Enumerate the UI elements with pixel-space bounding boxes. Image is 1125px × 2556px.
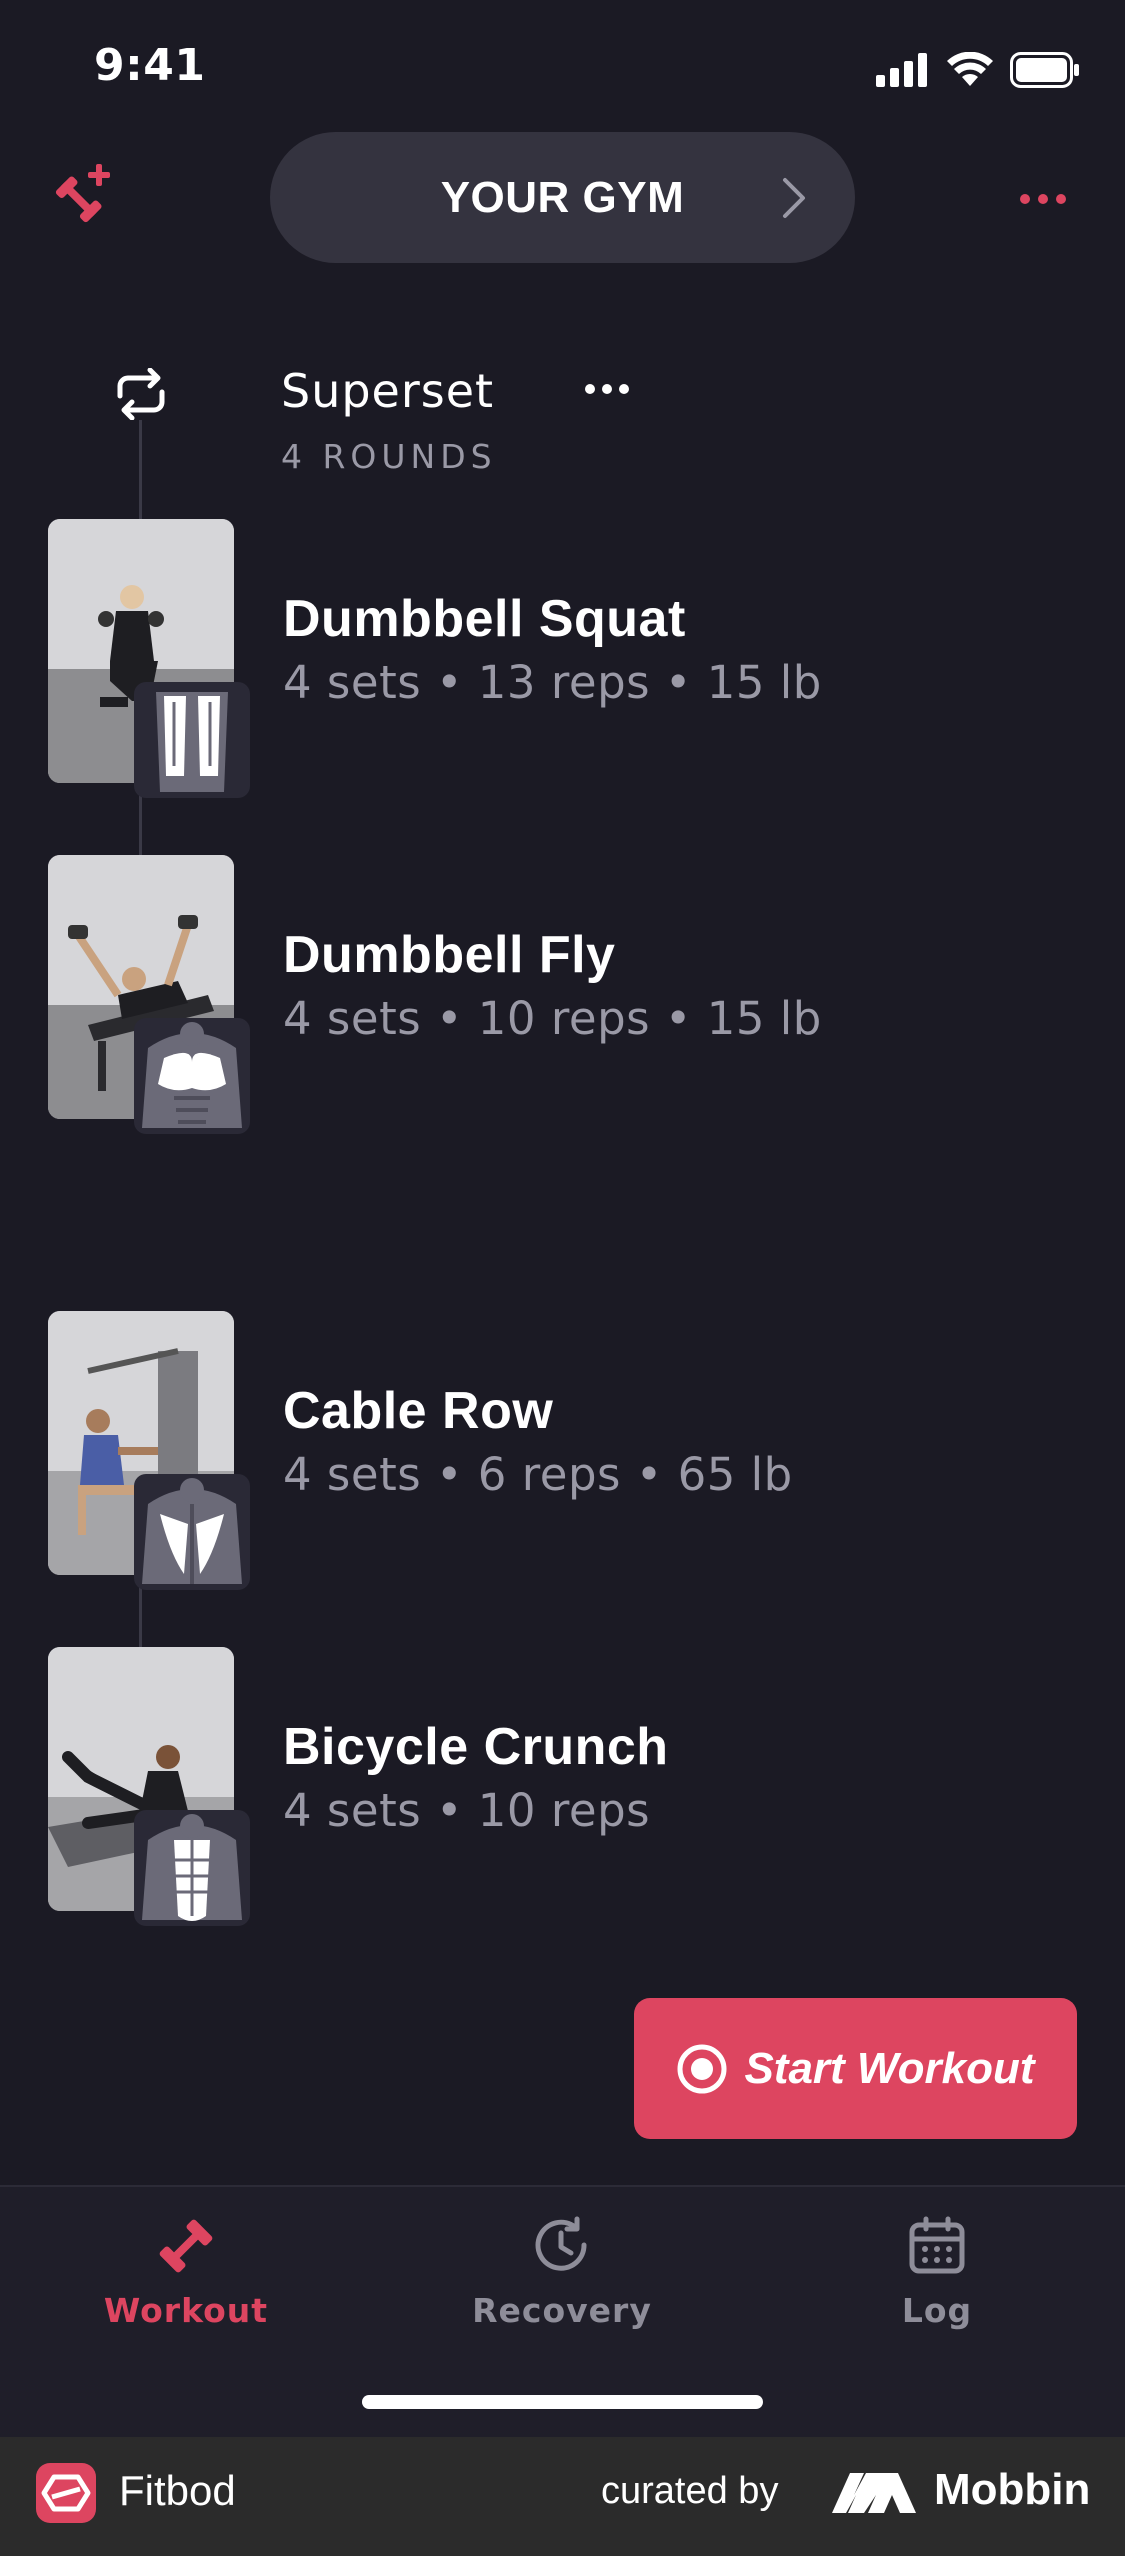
gym-label: YOUR GYM <box>440 172 685 222</box>
exercise-detail: 4 sets • 6 reps • 65 lb <box>283 1448 793 1501</box>
status-icons <box>876 50 1080 90</box>
fitbod-logo-icon <box>36 2463 96 2523</box>
more-options-icon[interactable] <box>1019 190 1067 209</box>
exercise-row-dumbbell-squat[interactable]: Dumbbell Squat 4 sets • 13 reps • 15 lb <box>48 519 1078 799</box>
tab-recovery[interactable]: Recovery <box>412 2215 712 2330</box>
fitbod-app-name: Fitbod <box>119 2467 236 2514</box>
tab-label: Recovery <box>472 2291 652 2330</box>
repeat-icon <box>112 367 170 424</box>
exercise-row-cable-row[interactable]: Cable Row 4 sets • 6 reps • 65 lb <box>48 1311 1078 1591</box>
exercise-detail: 4 sets • 10 reps <box>283 1784 651 1837</box>
mobbin-brand-name: Mobbin <box>934 2465 1091 2514</box>
superset-rail <box>139 420 142 520</box>
wifi-icon <box>947 52 993 86</box>
superset-title: Superset <box>281 364 495 418</box>
quadriceps-muscle-icon <box>134 682 250 798</box>
abs-muscle-icon <box>134 1810 250 1926</box>
recovery-clock-icon <box>535 2216 587 2271</box>
start-workout-label: Start Workout <box>744 2043 1035 2093</box>
record-icon <box>677 2044 727 2093</box>
back-muscle-icon <box>134 1474 250 1590</box>
home-indicator <box>362 2395 763 2409</box>
exercise-detail: 4 sets • 13 reps • 15 lb <box>283 656 822 709</box>
tab-label: Workout <box>103 2291 269 2330</box>
exercise-name: Cable Row <box>283 1382 554 1440</box>
dumbbell-icon <box>159 2219 213 2273</box>
calendar-icon <box>909 2216 965 2274</box>
add-equipment-icon[interactable] <box>52 162 116 230</box>
attribution-footer: Fitbod curated by Mobbin <box>0 2437 1125 2556</box>
status-time: 9:41 <box>94 40 206 91</box>
chest-muscle-icon <box>134 1018 250 1134</box>
chevron-right-icon <box>783 178 805 218</box>
superset-more-icon[interactable] <box>584 380 630 399</box>
superset-rounds: 4 ROUNDS <box>281 437 497 476</box>
curated-by-label: curated by <box>601 2470 779 2512</box>
exercise-name: Dumbbell Squat <box>283 590 686 648</box>
signal-icon <box>876 53 927 87</box>
exercise-name: Bicycle Crunch <box>283 1718 669 1776</box>
tab-log[interactable]: Log <box>787 2215 1087 2330</box>
mobbin-logo-icon <box>832 2473 916 2513</box>
tab-label: Log <box>901 2291 973 2330</box>
exercise-detail: 4 sets • 10 reps • 15 lb <box>283 992 822 1045</box>
battery-icon <box>1010 52 1079 88</box>
exercise-row-dumbbell-fly[interactable]: Dumbbell Fly 4 sets • 10 reps • 15 lb <box>48 855 1078 1135</box>
exercise-row-bicycle-crunch[interactable]: Bicycle Crunch 4 sets • 10 reps <box>48 1647 1078 1927</box>
your-gym-button[interactable]: YOUR GYM <box>270 132 855 263</box>
tab-workout[interactable]: Workout <box>36 2215 336 2330</box>
exercise-name: Dumbbell Fly <box>283 926 616 984</box>
start-workout-button[interactable]: Start Workout <box>634 1998 1077 2139</box>
